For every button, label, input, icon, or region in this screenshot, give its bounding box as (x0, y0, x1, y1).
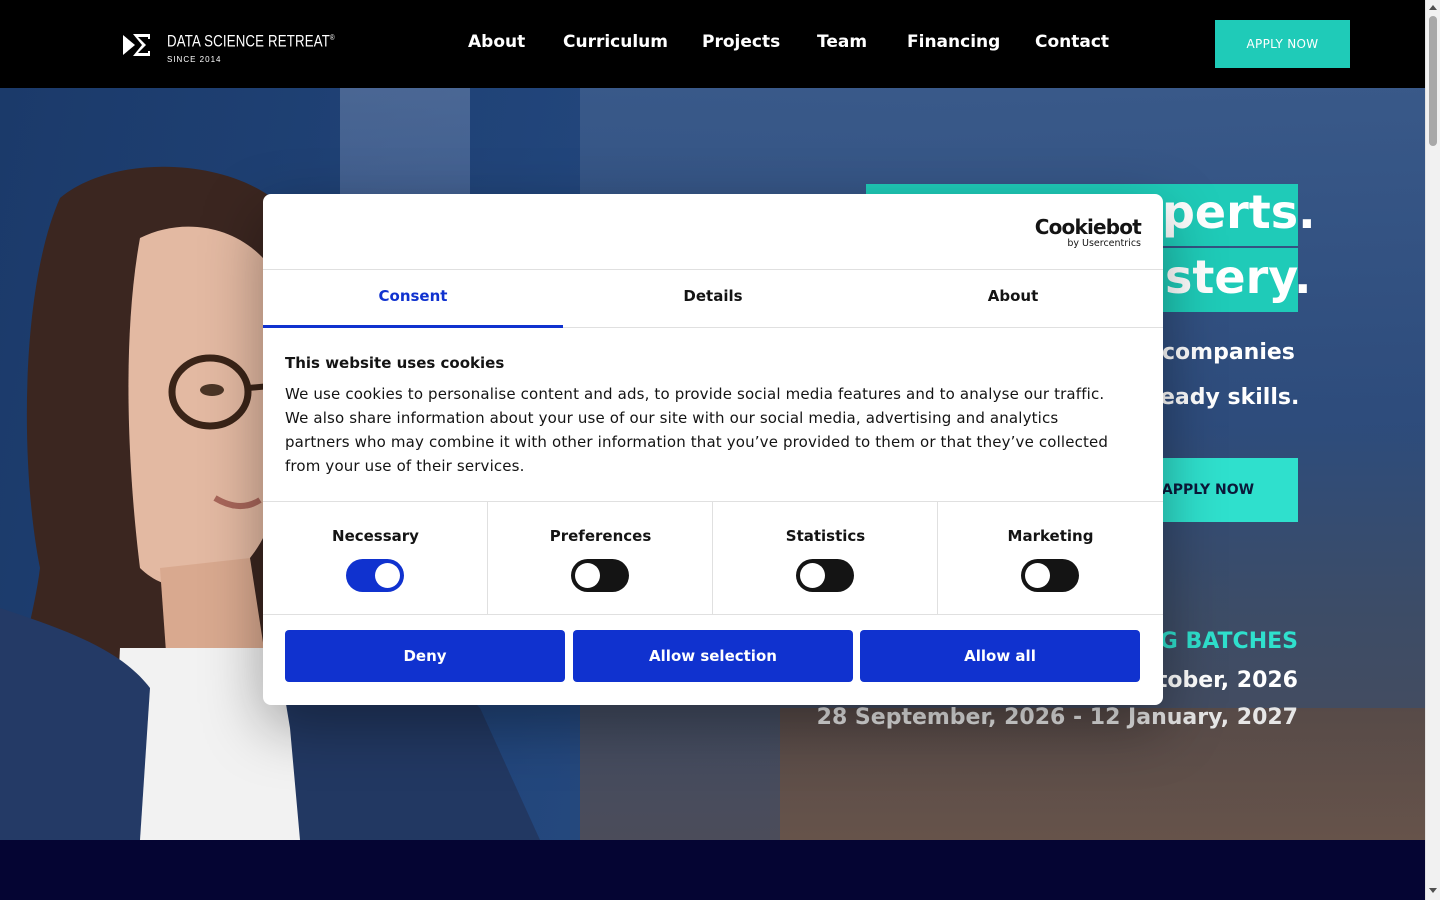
toggle-knob (800, 563, 825, 588)
batch-date-1: tober, 2026 (1156, 668, 1298, 693)
cookiebot-brand-name: Cookiebot (1034, 215, 1142, 239)
necessary-toggle[interactable] (346, 559, 404, 592)
nav-projects[interactable]: Projects (702, 30, 780, 54)
toggle-knob (575, 563, 600, 588)
tab-consent[interactable]: Consent (263, 270, 563, 328)
dialog-header: Cookiebot by Usercentrics (263, 194, 1163, 270)
hero-subtitle-line-2: eady skills. (1160, 385, 1300, 410)
page-scrollbar[interactable] (1425, 0, 1440, 900)
upcoming-batches-title: G BATCHES (1159, 629, 1298, 654)
toggle-knob (375, 563, 400, 588)
toggle-knob (1025, 563, 1050, 588)
statistics-toggle[interactable] (796, 559, 854, 592)
category-label: Statistics (785, 527, 866, 545)
cookiebot-logo[interactable]: Cookiebot by Usercentrics (1034, 215, 1142, 249)
nav-contact[interactable]: Contact (1035, 30, 1109, 54)
nav-financing[interactable]: Financing (907, 30, 1000, 54)
category-label: Necessary (332, 527, 419, 545)
allow-selection-button[interactable]: Allow selection (573, 630, 853, 682)
dialog-tabs: Consent Details About (263, 270, 1163, 328)
deny-button[interactable]: Deny (285, 630, 565, 682)
logo-since: SINCE 2014 (167, 54, 222, 64)
headline-line-1: perts. (1162, 185, 1316, 239)
marketing-toggle[interactable] (1021, 559, 1079, 592)
cookie-categories: Necessary Preferences Statistics Marketi… (263, 501, 1163, 615)
main-nav: About Curriculum Projects Team Financing… (0, 30, 1425, 54)
site-header: DATA SCIENCE RETREAT® SINCE 2014 About C… (0, 0, 1425, 88)
category-marketing: Marketing (938, 502, 1163, 615)
allow-all-button[interactable]: Allow all (860, 630, 1140, 682)
category-preferences: Preferences (488, 502, 713, 615)
next-section-band (0, 840, 1425, 900)
tab-details[interactable]: Details (563, 270, 863, 328)
nav-team[interactable]: Team (817, 30, 867, 54)
scroll-up-arrow-icon[interactable] (1429, 5, 1437, 10)
preferences-toggle[interactable] (571, 559, 629, 592)
batch-date-2: 28 September, 2026 - 12 January, 2027 (816, 705, 1298, 730)
scroll-down-arrow-icon[interactable] (1429, 888, 1437, 893)
nav-about[interactable]: About (468, 30, 525, 54)
scrollbar-thumb[interactable] (1429, 16, 1437, 146)
category-statistics: Statistics (713, 502, 938, 615)
headline-line-2: stery. (1165, 250, 1312, 304)
category-label: Marketing (1007, 527, 1094, 545)
category-label: Preferences (549, 527, 652, 545)
category-necessary: Necessary (263, 502, 488, 615)
nav-curriculum[interactable]: Curriculum (563, 30, 668, 54)
cookie-consent-dialog: Cookiebot by Usercentrics Consent Detail… (263, 194, 1163, 705)
header-apply-button[interactable]: APPLY NOW (1215, 20, 1350, 68)
tab-about[interactable]: About (863, 270, 1163, 328)
dialog-title: This website uses cookies (285, 354, 505, 372)
hero-subtitle-line-1: companies (1162, 340, 1295, 365)
dialog-body-text: We use cookies to personalise content an… (285, 385, 1109, 475)
cookiebot-brand-by: by Usercentrics (1067, 238, 1141, 249)
